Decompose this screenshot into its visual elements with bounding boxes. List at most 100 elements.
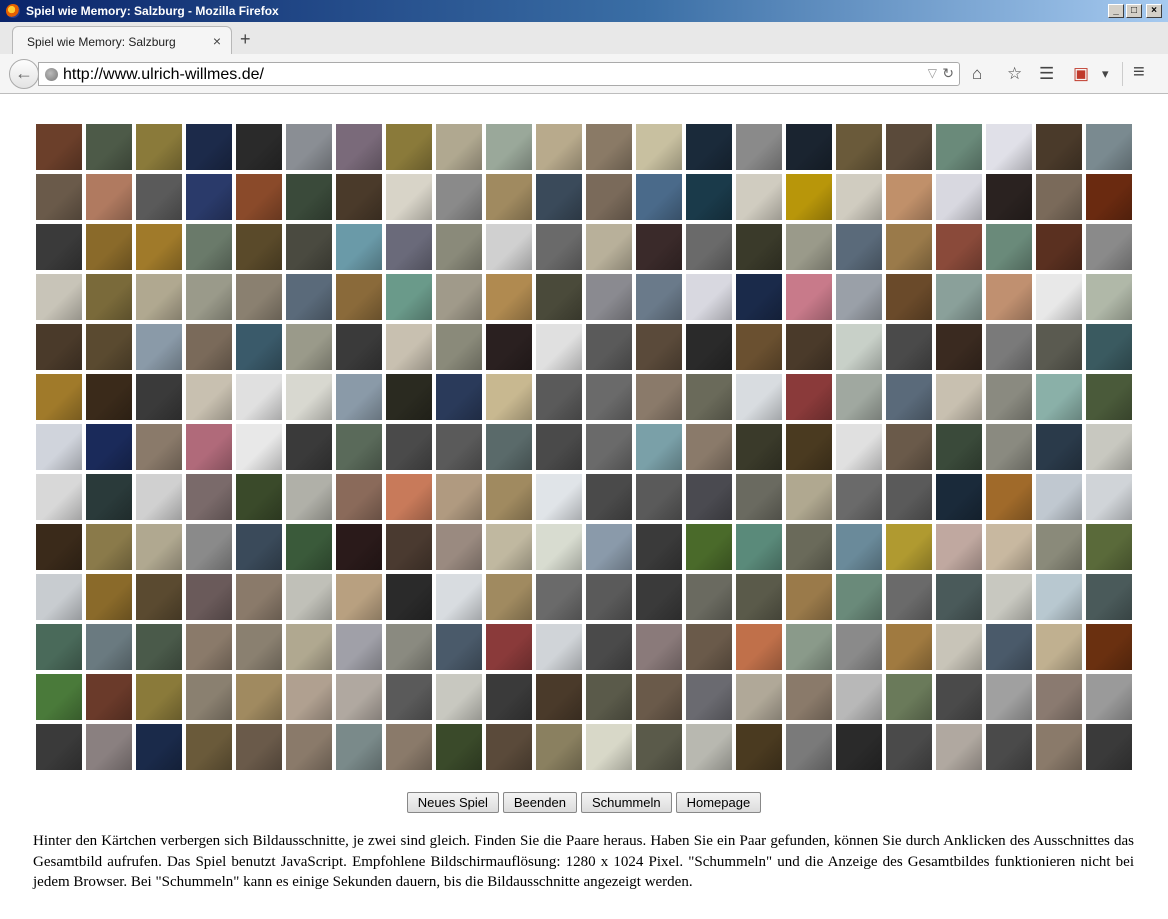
memory-card[interactable]: [1086, 424, 1132, 470]
memory-card[interactable]: [486, 574, 532, 620]
url-history-dropdown-icon[interactable]: ▽: [928, 66, 937, 80]
memory-card[interactable]: [286, 624, 332, 670]
memory-card[interactable]: [636, 724, 682, 770]
memory-card[interactable]: [486, 474, 532, 520]
memory-card[interactable]: [536, 474, 582, 520]
memory-card[interactable]: [336, 674, 382, 720]
memory-card[interactable]: [386, 674, 432, 720]
memory-card[interactable]: [336, 424, 382, 470]
memory-card[interactable]: [36, 374, 82, 420]
home-icon[interactable]: ⌂: [972, 64, 982, 84]
memory-card[interactable]: [386, 574, 432, 620]
memory-card[interactable]: [386, 274, 432, 320]
memory-card[interactable]: [336, 474, 382, 520]
memory-card[interactable]: [836, 374, 882, 420]
memory-card[interactable]: [886, 374, 932, 420]
memory-card[interactable]: [586, 474, 632, 520]
memory-card[interactable]: [536, 224, 582, 270]
memory-card[interactable]: [786, 674, 832, 720]
memory-card[interactable]: [336, 324, 382, 370]
memory-card[interactable]: [36, 524, 82, 570]
memory-card[interactable]: [286, 224, 332, 270]
url-text[interactable]: http://www.ulrich-willmes.de/: [63, 66, 264, 84]
memory-card[interactable]: [886, 224, 932, 270]
memory-card[interactable]: [186, 424, 232, 470]
memory-card[interactable]: [986, 224, 1032, 270]
minimize-button[interactable]: _: [1108, 4, 1124, 18]
memory-card[interactable]: [86, 124, 132, 170]
memory-card[interactable]: [986, 174, 1032, 220]
memory-card[interactable]: [836, 624, 882, 670]
cheat-button[interactable]: Schummeln: [580, 792, 672, 813]
memory-card[interactable]: [1086, 374, 1132, 420]
memory-card[interactable]: [186, 574, 232, 620]
memory-card[interactable]: [736, 224, 782, 270]
memory-card[interactable]: [736, 274, 782, 320]
memory-card[interactable]: [686, 424, 732, 470]
memory-card[interactable]: [936, 524, 982, 570]
memory-card[interactable]: [86, 224, 132, 270]
memory-card[interactable]: [586, 624, 632, 670]
memory-card[interactable]: [136, 524, 182, 570]
memory-card[interactable]: [436, 574, 482, 620]
memory-card[interactable]: [1086, 174, 1132, 220]
memory-card[interactable]: [786, 324, 832, 370]
memory-card[interactable]: [136, 224, 182, 270]
memory-card[interactable]: [486, 624, 532, 670]
memory-card[interactable]: [636, 224, 682, 270]
memory-card[interactable]: [286, 524, 332, 570]
memory-card[interactable]: [586, 374, 632, 420]
memory-card[interactable]: [1086, 124, 1132, 170]
memory-card[interactable]: [886, 324, 932, 370]
memory-card[interactable]: [936, 224, 982, 270]
memory-card[interactable]: [936, 124, 982, 170]
memory-card[interactable]: [736, 524, 782, 570]
memory-card[interactable]: [686, 124, 732, 170]
memory-card[interactable]: [886, 524, 932, 570]
tab-close-icon[interactable]: ×: [213, 33, 221, 49]
memory-card[interactable]: [986, 424, 1032, 470]
memory-card[interactable]: [636, 674, 682, 720]
memory-card[interactable]: [386, 324, 432, 370]
memory-card[interactable]: [636, 474, 682, 520]
memory-card[interactable]: [1036, 524, 1082, 570]
memory-card[interactable]: [786, 724, 832, 770]
memory-card[interactable]: [636, 374, 682, 420]
memory-card[interactable]: [86, 674, 132, 720]
memory-card[interactable]: [936, 724, 982, 770]
memory-card[interactable]: [786, 374, 832, 420]
memory-card[interactable]: [36, 274, 82, 320]
memory-card[interactable]: [786, 574, 832, 620]
memory-card[interactable]: [736, 624, 782, 670]
memory-card[interactable]: [236, 674, 282, 720]
memory-card[interactable]: [486, 674, 532, 720]
memory-card[interactable]: [286, 274, 332, 320]
memory-card[interactable]: [836, 424, 882, 470]
memory-card[interactable]: [36, 624, 82, 670]
memory-card[interactable]: [736, 574, 782, 620]
memory-card[interactable]: [686, 474, 732, 520]
memory-card[interactable]: [336, 524, 382, 570]
memory-card[interactable]: [686, 674, 732, 720]
memory-card[interactable]: [486, 374, 532, 420]
memory-card[interactable]: [786, 474, 832, 520]
memory-card[interactable]: [336, 374, 382, 420]
memory-card[interactable]: [336, 124, 382, 170]
memory-card[interactable]: [136, 124, 182, 170]
memory-card[interactable]: [936, 174, 982, 220]
memory-card[interactable]: [986, 474, 1032, 520]
memory-card[interactable]: [636, 424, 682, 470]
memory-card[interactable]: [336, 274, 382, 320]
memory-card[interactable]: [436, 524, 482, 570]
memory-card[interactable]: [186, 324, 232, 370]
memory-card[interactable]: [886, 124, 932, 170]
memory-card[interactable]: [736, 374, 782, 420]
memory-card[interactable]: [1086, 574, 1132, 620]
memory-card[interactable]: [236, 474, 282, 520]
memory-card[interactable]: [536, 724, 582, 770]
memory-card[interactable]: [836, 524, 882, 570]
new-tab-button[interactable]: +: [240, 29, 251, 50]
memory-card[interactable]: [386, 474, 432, 520]
memory-card[interactable]: [686, 274, 732, 320]
memory-card[interactable]: [36, 474, 82, 520]
